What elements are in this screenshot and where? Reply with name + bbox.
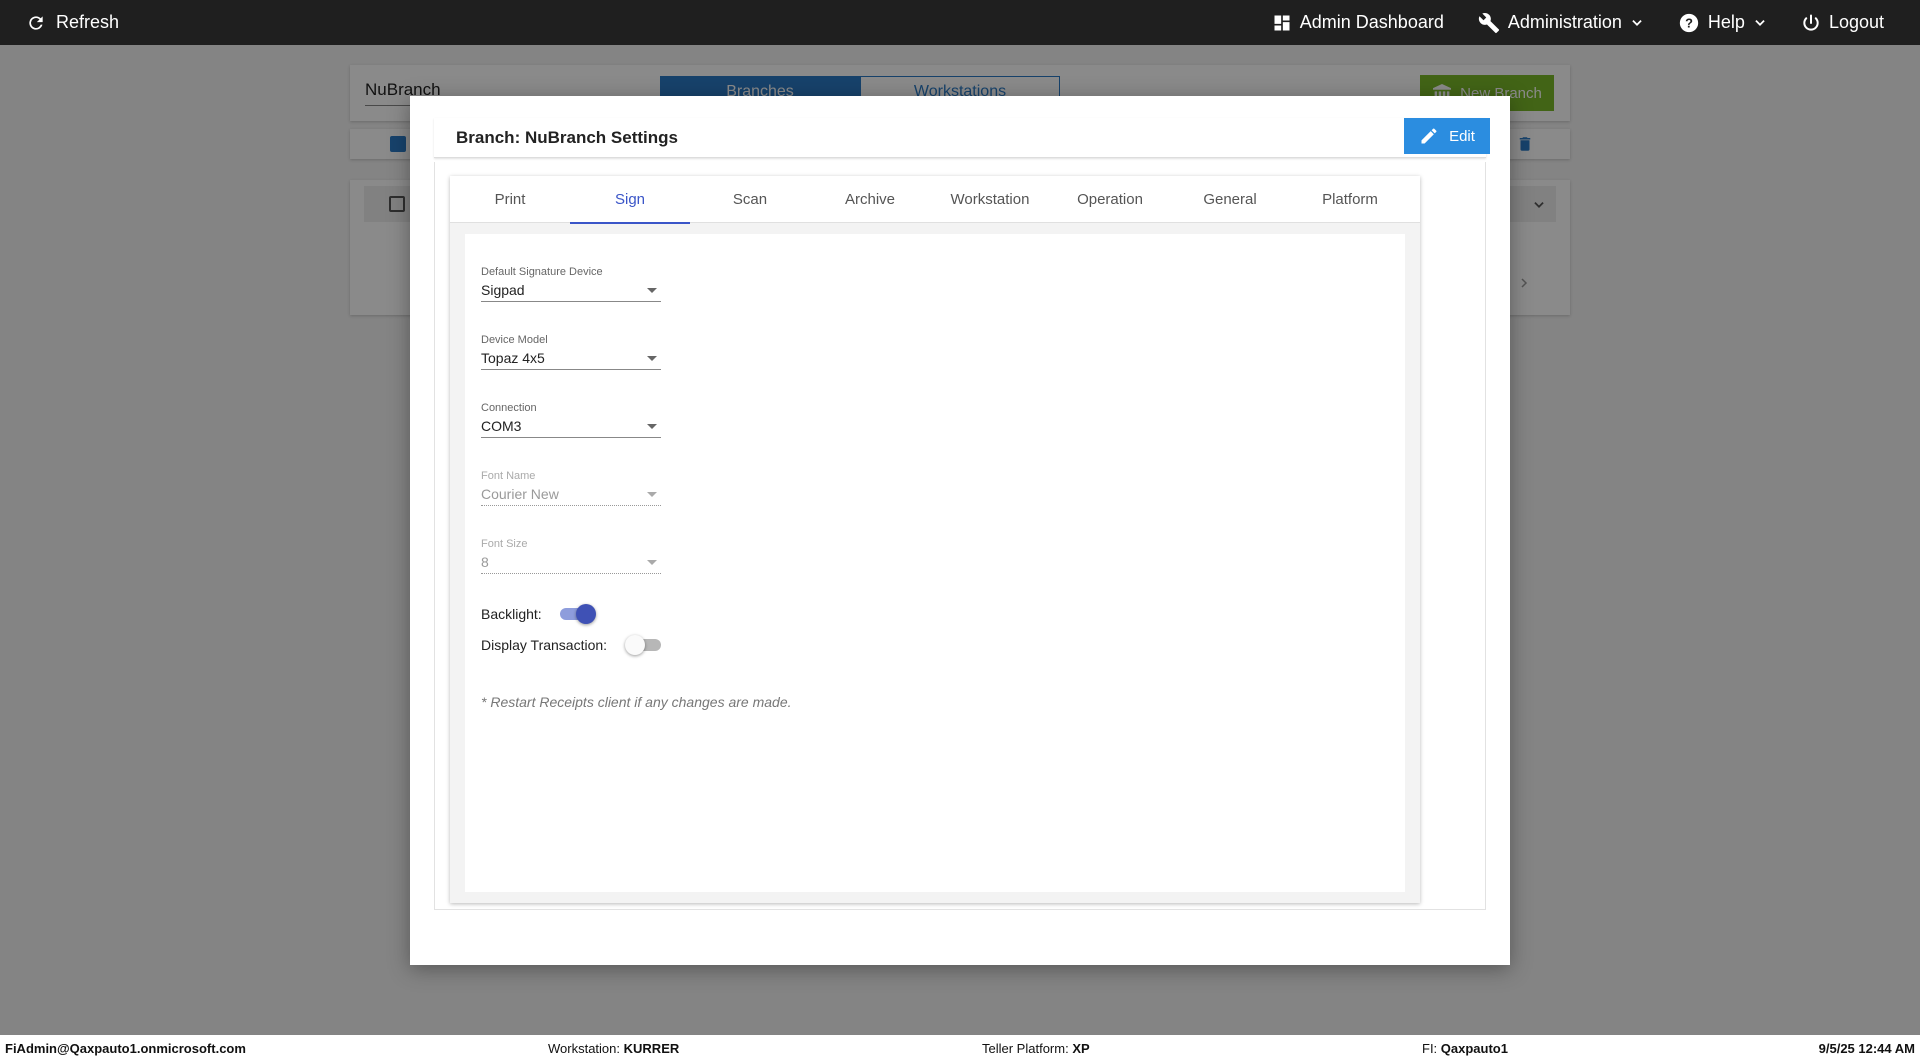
select-value: Topaz 4x5 [481,350,545,366]
nav-admin-dashboard[interactable]: Admin Dashboard [1272,12,1444,33]
nav-help[interactable]: ? Help [1678,12,1767,34]
wrench-icon [1478,12,1499,33]
dropdown-arrow-icon [647,288,657,293]
pencil-icon [1421,128,1437,144]
status-user: FiAdmin@Qaxpauto1.onmicrosoft.com [5,1041,246,1056]
font-name-select: Courier New [481,482,661,506]
backlight-toggle[interactable] [559,604,596,624]
modal-header: Branch: NuBranch Settings Edit [434,118,1490,158]
workstation-label: Workstation: [548,1041,621,1056]
display-transaction-toggle[interactable] [625,635,663,655]
field-label: Default Signature Device [481,266,603,278]
dashboard-icon [1274,15,1290,30]
font-size-field: Font Size 8 [481,538,661,574]
default-signature-device-field: Default Signature Device Sigpad [481,266,661,302]
tab-platform[interactable]: Platform [1290,176,1410,223]
svg-text:?: ? [1685,15,1693,30]
chevron-down-icon [1755,19,1765,26]
dropdown-arrow-icon [647,356,657,361]
select-value: Courier New [481,486,559,502]
tab-workstation[interactable]: Workstation [930,176,1050,223]
edit-label: Edit [1449,127,1475,145]
workstation-value: KURRER [623,1041,680,1056]
field-label: Font Name [481,470,536,482]
toggle-knob [625,635,646,655]
help-icon: ? [1679,13,1699,32]
user-email: FiAdmin@Qaxpauto1.onmicrosoft.com [5,1041,246,1056]
backlight-row: Backlight: [481,604,596,624]
platform-value: XP [1072,1041,1090,1056]
status-workstation: Workstation: KURRER [548,1041,679,1056]
default-signature-device-select[interactable]: Sigpad [481,278,661,302]
fi-label: FI: [1422,1041,1438,1056]
settings-tabs: Print Sign Scan Archive Workstation Oper… [450,176,1420,224]
display-transaction-label: Display Transaction: [481,637,608,653]
status-platform: Teller Platform: XP [982,1041,1090,1056]
refresh-button[interactable]: Refresh [26,0,119,45]
dropdown-arrow-icon [647,560,657,565]
toggle-knob [575,604,596,624]
display-transaction-row: Display Transaction: [481,635,663,655]
field-label: Font Size [481,538,528,550]
select-value: 8 [481,554,489,570]
nav-administration-label: Administration [1507,12,1622,32]
nav-admin-dashboard-label: Admin Dashboard [1299,12,1444,32]
power-icon [1803,14,1819,31]
connection-select[interactable]: COM3 [481,414,661,438]
connection-field: Connection COM3 [481,402,661,438]
nav-logout[interactable]: Logout [1801,12,1884,33]
nav-logout-label: Logout [1828,12,1884,32]
font-size-select: 8 [481,550,661,574]
backlight-label: Backlight: [481,606,542,622]
status-bar: FiAdmin@Qaxpauto1.onmicrosoft.com Workst… [0,1035,1920,1061]
fi-value: Qaxpauto1 [1440,1041,1508,1056]
settings-panel: Print Sign Scan Archive Workstation Oper… [450,176,1420,903]
select-value: Sigpad [481,282,525,298]
restart-note: * Restart Receipts client if any changes… [481,694,792,710]
top-nav: Admin Dashboard Administration ? Help Lo… [1272,0,1884,45]
tab-sign[interactable]: Sign [570,176,690,224]
device-model-select[interactable]: Topaz 4x5 [481,346,661,370]
tab-scan[interactable]: Scan [690,176,810,223]
status-fi: FI: Qaxpauto1 [1422,1041,1508,1056]
field-label: Connection [481,402,537,414]
tab-operation[interactable]: Operation [1050,176,1170,223]
datetime-value: 9/5/25 12:44 AM [1818,1041,1915,1056]
sign-settings-form: Default Signature Device Sigpad Device M… [465,234,1405,892]
dropdown-arrow-icon [647,424,657,429]
nav-help-label: Help [1707,12,1745,32]
modal-title: Branch: NuBranch Settings [456,128,678,147]
top-bar: Refresh Admin Dashboard Administration ?… [0,0,1920,45]
tab-print[interactable]: Print [450,176,570,223]
platform-label: Teller Platform: [982,1041,1069,1056]
device-model-field: Device Model Topaz 4x5 [481,334,661,370]
tab-archive[interactable]: Archive [810,176,930,223]
font-name-field: Font Name Courier New [481,470,661,506]
field-label: Device Model [481,334,548,346]
refresh-icon [29,15,43,30]
tab-general[interactable]: General [1170,176,1290,223]
chevron-down-icon [1632,19,1642,26]
edit-button[interactable]: Edit [1404,118,1490,154]
select-value: COM3 [481,418,522,434]
status-datetime: 9/5/25 12:44 AM [1819,1041,1915,1056]
nav-administration[interactable]: Administration [1478,12,1644,34]
refresh-label: Refresh [56,12,120,32]
branch-settings-modal: Branch: NuBranch Settings Edit Print Sig… [410,96,1510,965]
dropdown-arrow-icon [647,492,657,497]
